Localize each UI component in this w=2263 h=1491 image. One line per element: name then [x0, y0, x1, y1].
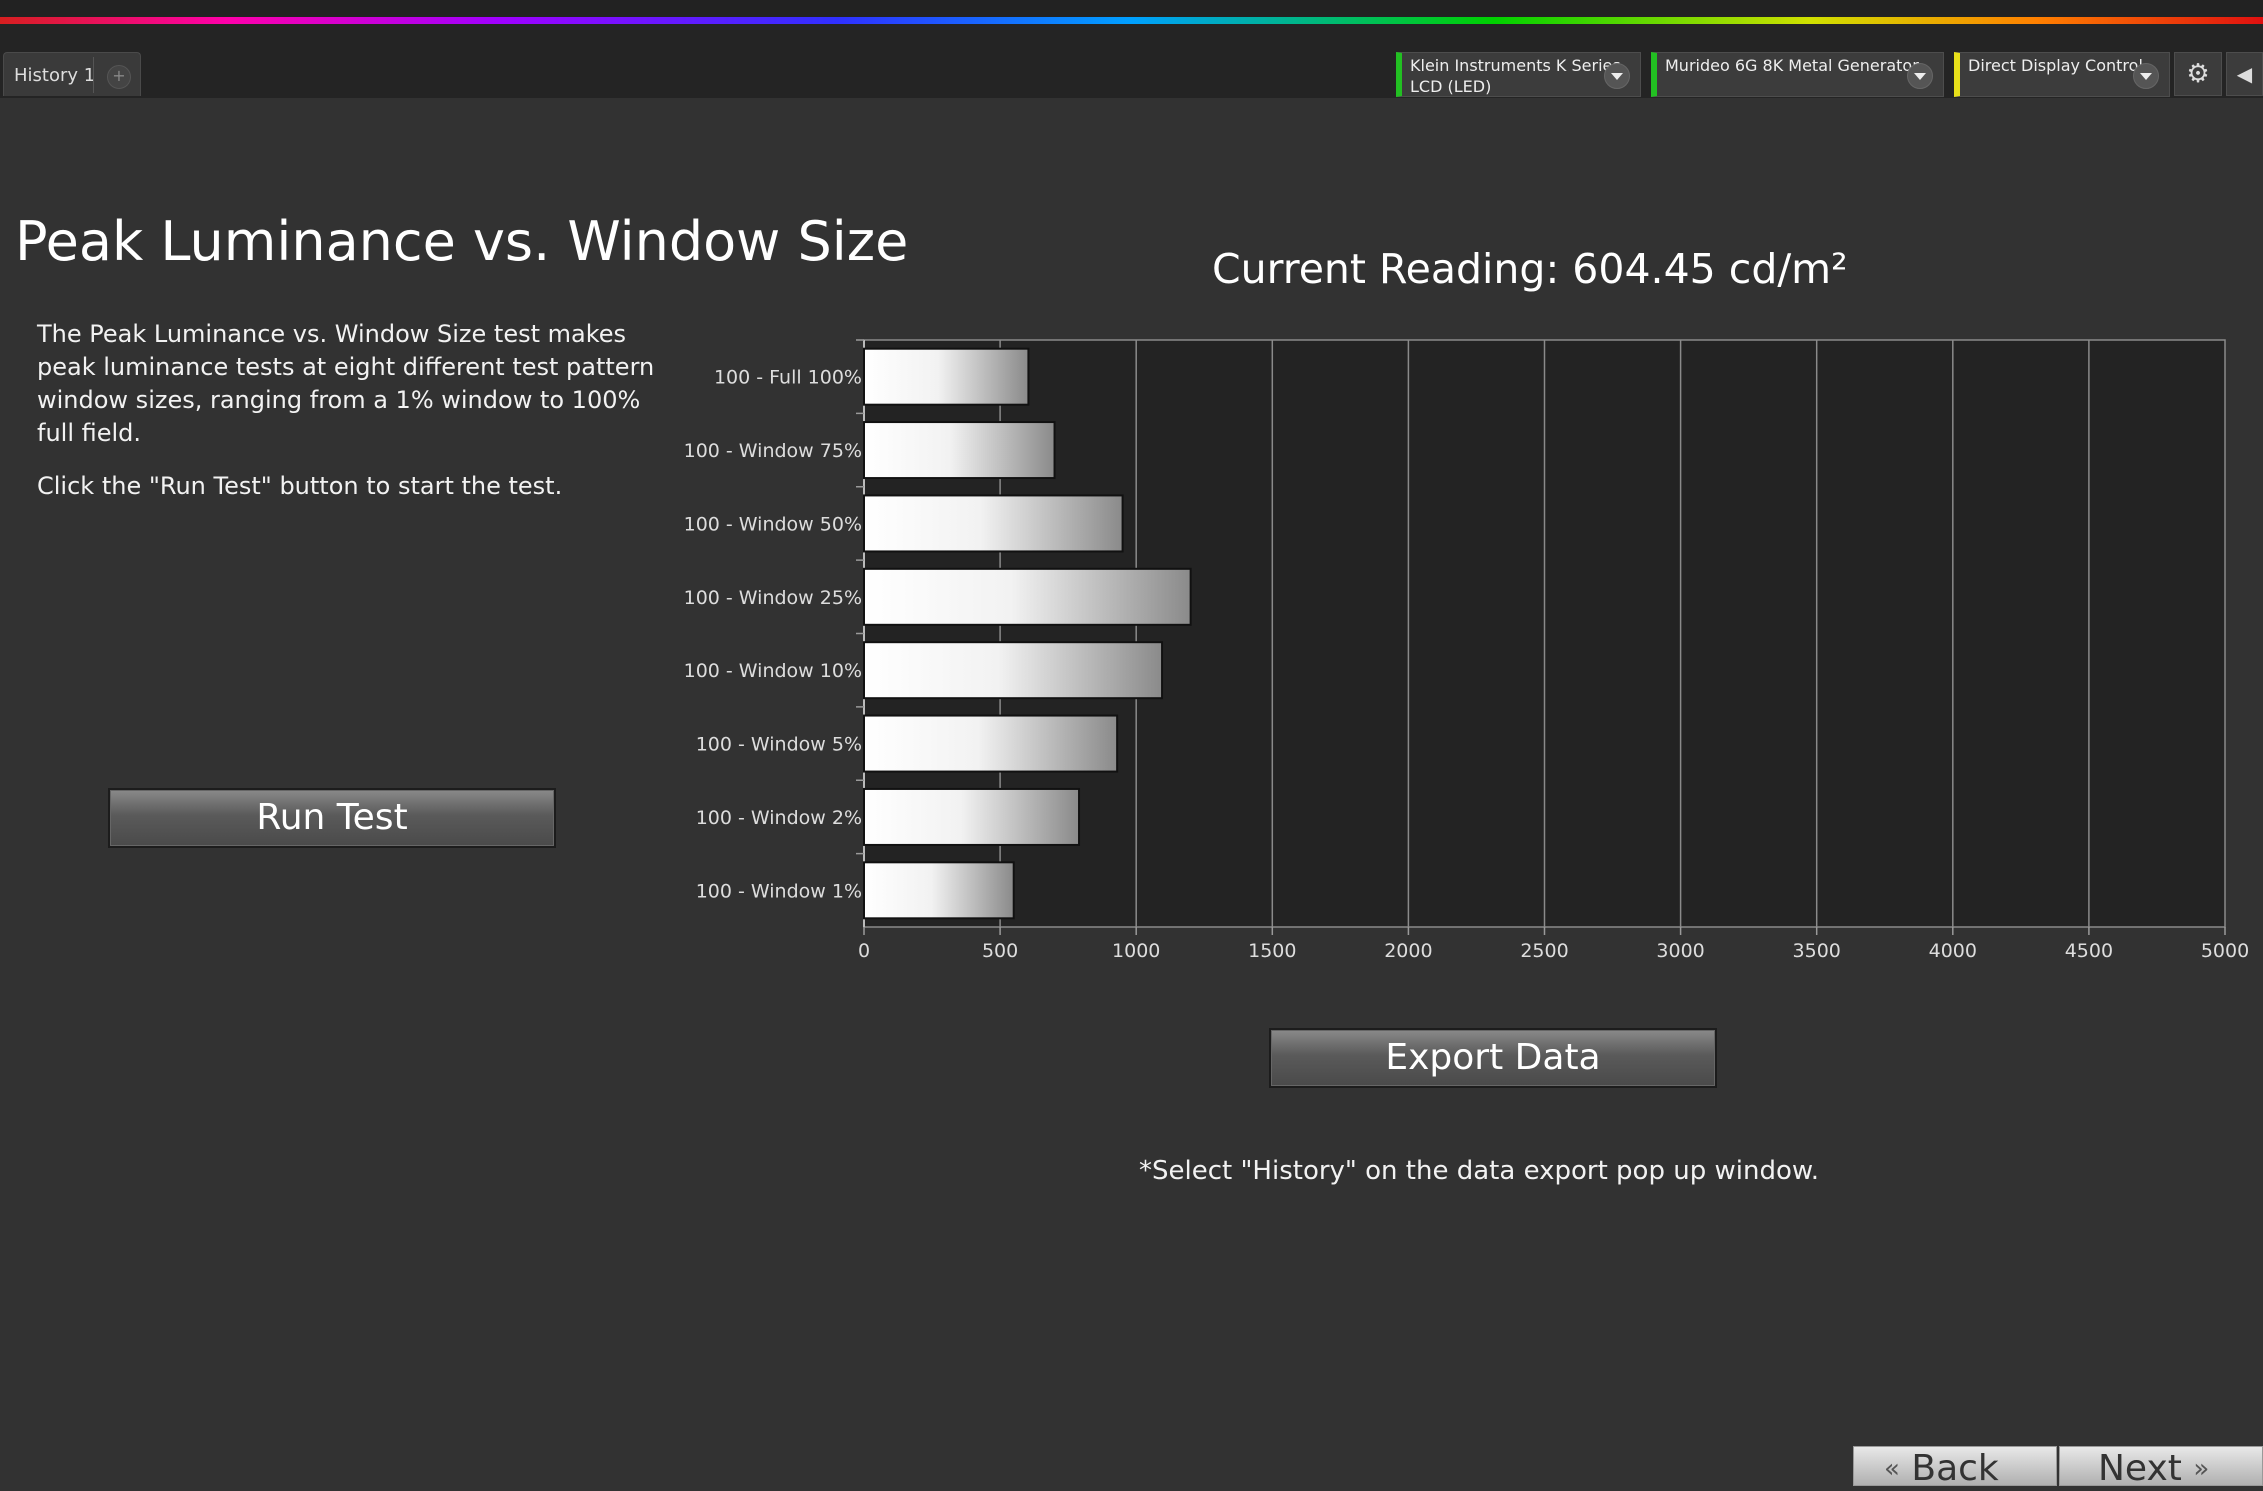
x-tick-label: 500 [982, 940, 1018, 962]
chevron-down-icon[interactable] [2133, 63, 2159, 89]
double-chevron-right-icon: » [2193, 1454, 2210, 1484]
y-category-label: 100 - Window 5% [696, 734, 862, 756]
generator-label: Murideo 6G 8K Metal Generator [1665, 56, 1919, 75]
bar [863, 421, 1056, 480]
back-label: Back [1911, 1448, 1999, 1489]
back-button[interactable]: « Back [1853, 1446, 2057, 1489]
test-description: The Peak Luminance vs. Window Size test … [37, 318, 677, 523]
meter-selector[interactable]: Klein Instruments K Series LCD (LED) [1396, 52, 1641, 97]
run-test-button[interactable]: Run Test [108, 788, 556, 848]
export-data-button[interactable]: Export Data [1269, 1028, 1717, 1088]
description-text: The Peak Luminance vs. Window Size test … [37, 320, 655, 447]
tab-divider [93, 57, 94, 93]
bar [863, 714, 1119, 773]
x-tick-label: 5000 [2201, 940, 2249, 962]
x-tick-label: 4000 [1929, 940, 1977, 962]
double-chevron-left-icon: « [1884, 1454, 1900, 1484]
bar [863, 787, 1081, 846]
rainbow-accent-bar [0, 0, 2263, 24]
display-control-selector[interactable]: Direct Display Control [1954, 52, 2170, 97]
y-category-label: 100 - Window 10% [684, 660, 862, 682]
chevron-left-icon: ◀ [2236, 62, 2253, 86]
instruction-text: Click the "Run Test" button to start the… [37, 472, 563, 500]
bar [863, 861, 1015, 920]
chevron-down-icon[interactable] [1604, 63, 1630, 89]
gear-icon: ⚙ [2186, 59, 2210, 89]
x-tick-label: 1500 [1248, 940, 1296, 962]
next-label: Next [2098, 1448, 2182, 1489]
bar [863, 567, 1192, 626]
settings-button[interactable]: ⚙ [2174, 52, 2222, 96]
x-tick-label: 4500 [2065, 940, 2113, 962]
current-reading: Current Reading: 604.45 cd/m² [1212, 245, 1848, 293]
display-control-label: Direct Display Control [1968, 56, 2143, 75]
bar [863, 347, 1030, 406]
x-tick-label: 3500 [1793, 940, 1841, 962]
y-category-label: 100 - Window 25% [684, 587, 862, 609]
tab-history-1[interactable]: History 1 + [3, 52, 141, 96]
plot-area [863, 339, 2226, 928]
generator-selector[interactable]: Murideo 6G 8K Metal Generator [1651, 52, 1944, 97]
meter-label: Klein Instruments K Series LCD (LED) [1410, 56, 1621, 96]
x-tick-label: 2500 [1520, 940, 1568, 962]
y-category-label: 100 - Window 2% [696, 807, 862, 829]
next-button[interactable]: Next » [2059, 1446, 2263, 1489]
y-category-label: 100 - Window 50% [684, 513, 862, 535]
x-tick-label: 0 [858, 940, 870, 962]
page-title: Peak Luminance vs. Window Size [15, 210, 909, 273]
y-category-label: 100 - Window 75% [684, 440, 862, 462]
chevron-down-icon[interactable] [1907, 63, 1933, 89]
x-tick-label: 1000 [1112, 940, 1160, 962]
y-category-label: 100 - Full 100% [714, 367, 862, 389]
tab-label: History 1 [14, 65, 96, 86]
bar [863, 641, 1164, 700]
x-tick-label: 3000 [1656, 940, 1704, 962]
collapse-panel-button[interactable]: ◀ [2226, 52, 2263, 96]
y-category-label: 100 - Window 1% [696, 880, 862, 902]
bar [863, 494, 1124, 553]
x-tick-label: 2000 [1384, 940, 1432, 962]
add-tab-icon[interactable]: + [107, 65, 131, 89]
export-note: *Select "History" on the data export pop… [1139, 1156, 1819, 1186]
